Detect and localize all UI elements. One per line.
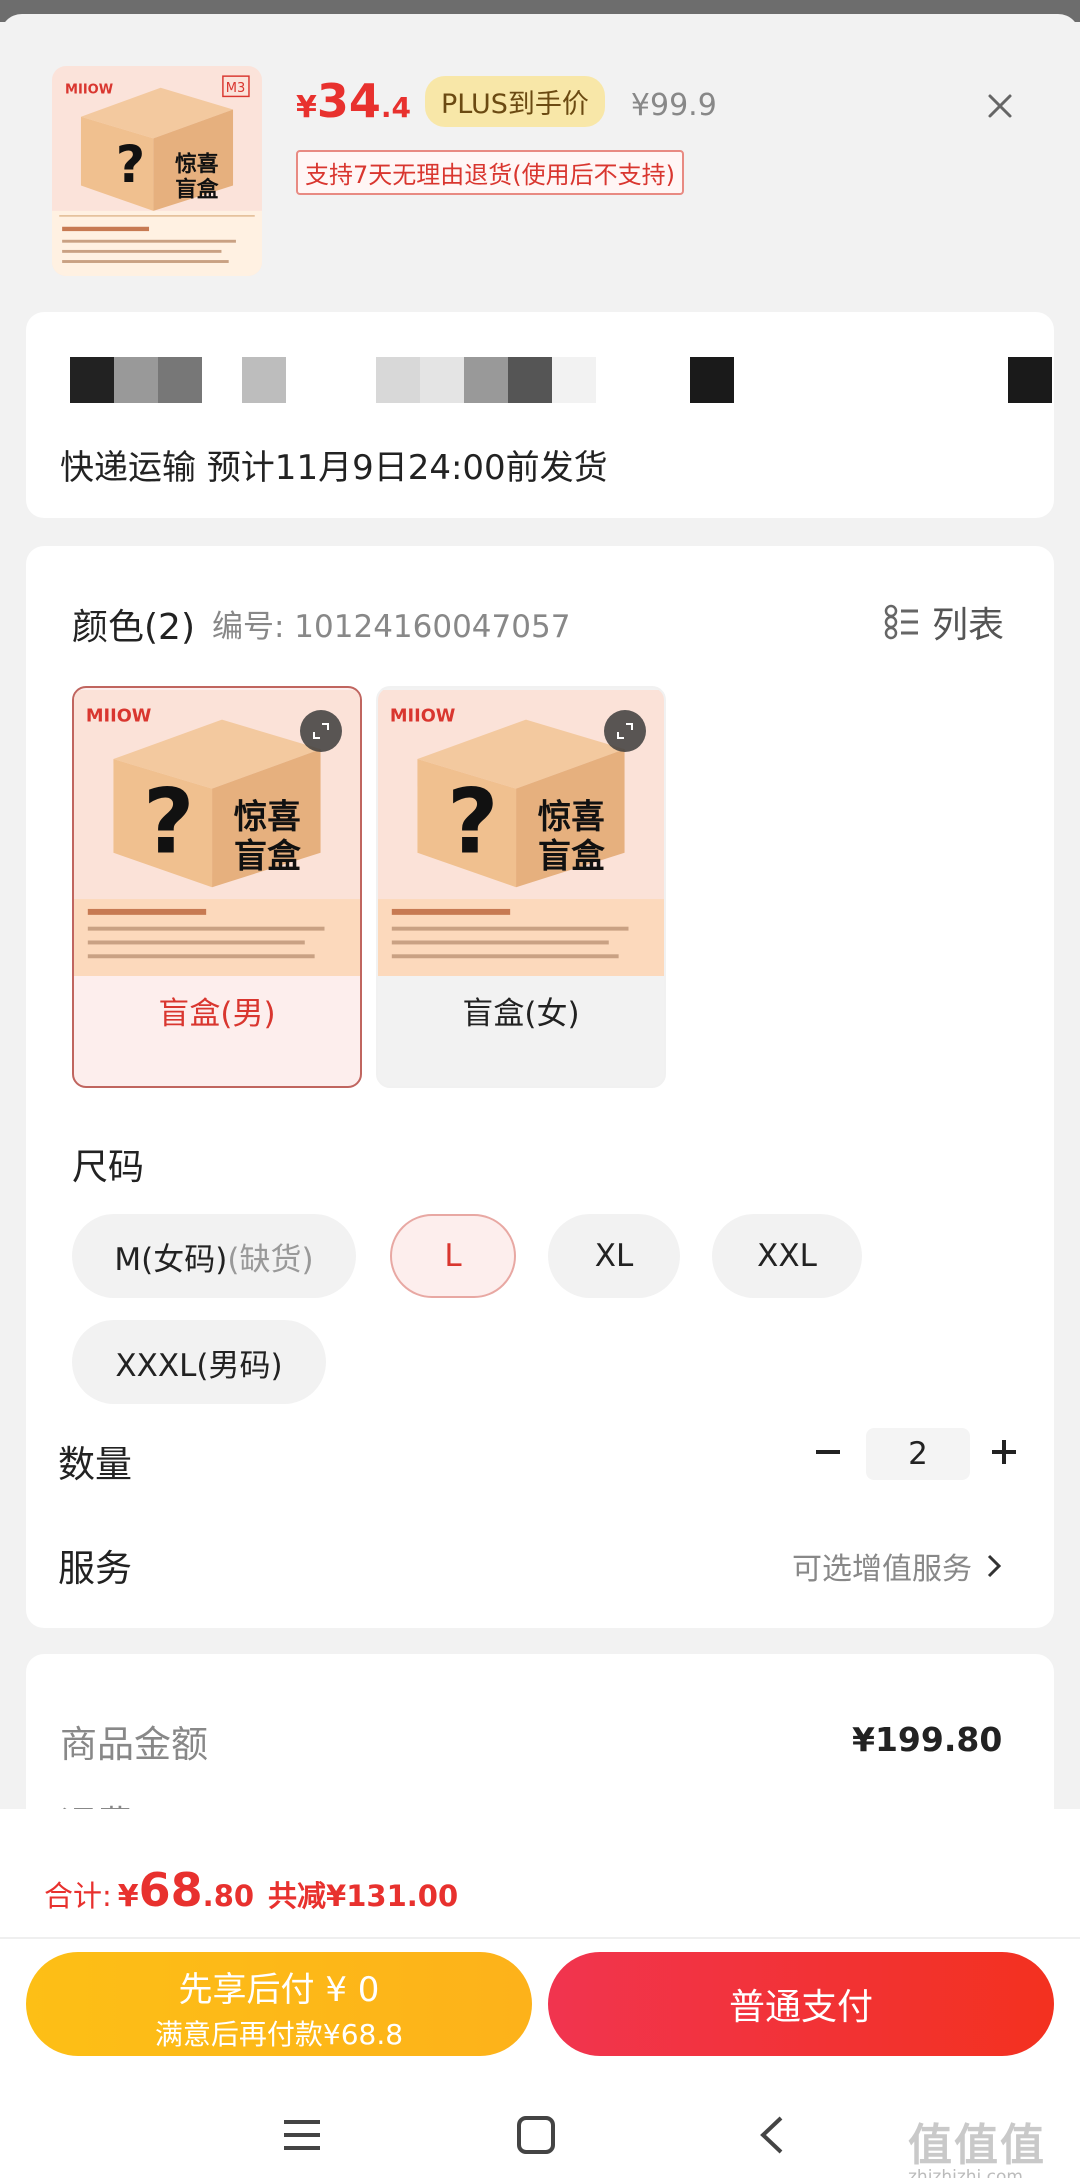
- svg-text:惊喜: 惊喜: [538, 797, 605, 836]
- color-option-male[interactable]: ? 惊喜 盲盒 MIIOW 盲盒(男): [72, 686, 362, 1088]
- quantity-label: 数量: [58, 1443, 132, 1486]
- product-image: ? 惊喜 盲盒 MIIOW M3: [52, 66, 262, 276]
- svg-text:?: ?: [447, 771, 498, 874]
- service-value: 可选增值服务: [792, 1544, 1002, 1588]
- normal-pay-button[interactable]: 普通支付: [548, 1952, 1054, 2056]
- watermark-url: zhizhizhi.com: [908, 2167, 1023, 2178]
- total-label: 合计:: [44, 1879, 112, 1913]
- close-icon: [988, 94, 1012, 118]
- spec-card: 颜色(2) 编号: 10124160047057 列表 ? 惊喜 盲盒 MIIO…: [26, 546, 1054, 1628]
- size-option-label: XXL: [757, 1238, 817, 1274]
- size-option-l[interactable]: L: [390, 1214, 516, 1298]
- divider: [0, 1937, 1080, 1939]
- checkout-bar: 合计: ¥ 68 .80 共减¥131.00 先享后付 ¥ 0 满意后再付款¥6…: [0, 1809, 1080, 2178]
- minus-icon: [816, 1450, 840, 1454]
- svg-text:MIIOW: MIIOW: [65, 83, 113, 98]
- size-option-label: M(女码): [114, 1241, 228, 1278]
- sku-selector-sheet: ? 惊喜 盲盒 MIIOW M3 ¥ 34 .4 PLUS到手价 ¥99.9 支…: [0, 14, 1080, 2178]
- svg-text:M3: M3: [226, 81, 246, 96]
- quantity-increase-button[interactable]: [984, 1432, 1024, 1472]
- plus-icon: [992, 1440, 1016, 1464]
- plus-price-tag: PLUS到手价: [425, 76, 605, 127]
- price-integer: 34: [316, 74, 381, 128]
- product-code: 编号: 10124160047057: [212, 609, 571, 645]
- total-integer: 68: [138, 1863, 203, 1917]
- recent-apps-button[interactable]: [274, 2107, 330, 2163]
- list-toggle-button[interactable]: 列表: [884, 596, 1004, 648]
- return-policy-tag: 支持7天无理由退货(使用后不支持): [296, 150, 684, 195]
- total-decimal: .80: [202, 1879, 255, 1913]
- price-row: ¥ 34 .4 PLUS到手价 ¥99.9: [296, 74, 717, 131]
- service-label: 服务: [58, 1547, 132, 1590]
- sheet-header: ? 惊喜 盲盒 MIIOW M3 ¥ 34 .4 PLUS到手价 ¥99.9 支…: [0, 14, 1080, 314]
- svg-text:惊喜: 惊喜: [234, 797, 301, 836]
- size-option-label: L: [444, 1238, 462, 1274]
- shipping-info: 快递运输 预计11月9日24:00前发货: [60, 448, 608, 488]
- size-title: 尺码: [72, 1147, 145, 1188]
- size-option-xxxl[interactable]: XXXL(男码): [72, 1320, 326, 1404]
- svg-text:盲盒: 盲盒: [538, 837, 606, 876]
- box-text: 惊喜: [175, 151, 219, 177]
- total-row: 合计: ¥ 68 .80 共减¥131.00: [44, 1863, 458, 1917]
- quantity-row: 数量 2: [26, 1414, 1054, 1494]
- expand-button[interactable]: [300, 710, 342, 752]
- svg-text:盲盒: 盲盒: [175, 176, 219, 202]
- svg-text:?: ?: [116, 135, 145, 194]
- pay-later-button[interactable]: 先享后付 ¥ 0 满意后再付款¥68.8: [26, 1952, 532, 2056]
- list-icon: [884, 604, 918, 640]
- svg-text:MIIOW: MIIOW: [86, 707, 152, 727]
- size-stock-note: (缺货): [227, 1241, 314, 1278]
- color-title: 颜色(2): [72, 607, 195, 648]
- menu-icon: [284, 2120, 320, 2150]
- expand-button[interactable]: [604, 710, 646, 752]
- service-value-text: 可选增值服务: [792, 1552, 972, 1587]
- quantity-input[interactable]: 2: [866, 1428, 970, 1480]
- quantity-decrease-button[interactable]: [808, 1432, 848, 1472]
- pay-later-subtitle: 满意后再付款¥68.8: [154, 2018, 404, 2051]
- original-price: ¥99.9: [630, 88, 717, 123]
- color-option-label: 盲盒(女): [462, 996, 580, 1032]
- price-currency: ¥: [296, 90, 317, 125]
- goods-amount-value: ¥199.80: [852, 1720, 1003, 1759]
- price-decimal: .4: [380, 91, 412, 124]
- service-row[interactable]: 服务 可选增值服务: [26, 1518, 1054, 1598]
- expand-icon: [313, 723, 329, 739]
- pay-later-title: 先享后付 ¥ 0: [178, 1970, 380, 2010]
- size-option-m[interactable]: M(女码) (缺货): [72, 1214, 356, 1298]
- chevron-right-icon: [987, 1554, 1002, 1578]
- back-button[interactable]: [744, 2107, 800, 2163]
- close-button[interactable]: [978, 84, 1022, 128]
- color-option-female[interactable]: ? 惊喜 盲盒 MIIOW 盲盒(女): [376, 686, 666, 1088]
- system-navigation-bar: 值值值 zhizhizhi.com: [0, 2079, 1080, 2178]
- expand-icon: [617, 723, 633, 739]
- size-option-label: XXXL(男码): [115, 1347, 283, 1384]
- size-option-xl[interactable]: XL: [548, 1214, 680, 1298]
- redacted-address: [46, 357, 1052, 403]
- home-icon: [517, 2116, 555, 2154]
- total-currency: ¥: [117, 1879, 139, 1914]
- total-savings: 共减¥131.00: [268, 1879, 459, 1913]
- watermark-logo: 值值值: [908, 2120, 1046, 2171]
- svg-text:MIIOW: MIIOW: [390, 707, 456, 727]
- address-card[interactable]: 快递运输 预计11月9日24:00前发货: [26, 312, 1054, 518]
- size-option-label: XL: [594, 1238, 634, 1274]
- home-button[interactable]: [508, 2107, 564, 2163]
- product-thumbnail[interactable]: ? 惊喜 盲盒 MIIOW M3: [52, 66, 262, 276]
- back-icon: [760, 2116, 783, 2154]
- list-toggle-label: 列表: [932, 605, 1005, 646]
- color-option-label: 盲盒(男): [158, 996, 276, 1032]
- size-option-xxl[interactable]: XXL: [712, 1214, 862, 1298]
- goods-amount-label: 商品金额: [60, 1723, 208, 1766]
- svg-text:?: ?: [143, 771, 194, 874]
- svg-text:盲盒: 盲盒: [234, 837, 302, 876]
